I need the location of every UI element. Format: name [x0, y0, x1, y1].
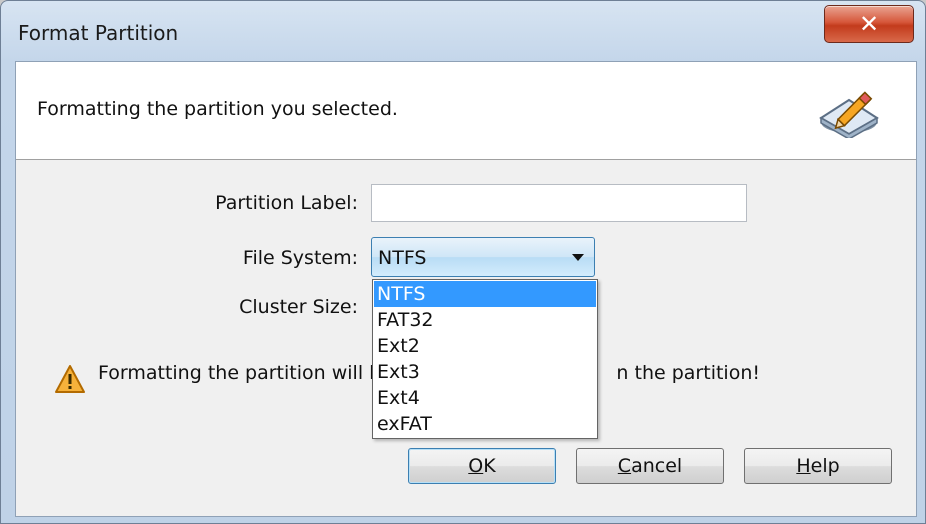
format-partition-dialog: Format Partition ✕ Formatting the partit… — [0, 0, 926, 524]
ok-label-rest: K — [483, 455, 496, 477]
warning-text-end: n the partition! — [616, 362, 760, 384]
partition-label-label: Partition Label: — [215, 192, 358, 214]
disk-pencil-icon — [819, 91, 879, 138]
partition-label-input[interactable] — [371, 184, 747, 222]
file-system-option-ext2[interactable]: Ext2 — [374, 333, 596, 359]
file-system-select[interactable]: NTFS — [371, 237, 595, 277]
warning-icon — [55, 365, 85, 393]
file-system-label: File System: — [242, 247, 358, 269]
cancel-label-rest: ancel — [631, 455, 683, 477]
file-system-option-fat32[interactable]: FAT32 — [374, 307, 596, 333]
chevron-down-icon — [572, 254, 584, 261]
file-system-option-ext3[interactable]: Ext3 — [374, 359, 596, 385]
close-button[interactable]: ✕ — [824, 5, 914, 43]
ok-button[interactable]: OK — [408, 448, 556, 484]
close-icon: ✕ — [858, 10, 880, 38]
ok-mnemonic: O — [468, 455, 484, 477]
help-button[interactable]: Help — [744, 448, 892, 484]
window-title: Format Partition — [18, 21, 179, 45]
file-system-option-exfat[interactable]: exFAT — [374, 411, 596, 437]
warning-text-start: Formatting the partition will l — [98, 362, 375, 384]
cancel-mnemonic: C — [617, 455, 632, 477]
dialog-client-area: Formatting the partition you selected. P… — [15, 61, 917, 517]
file-system-selected-value: NTFS — [378, 247, 427, 269]
file-system-option-ext4[interactable]: Ext4 — [374, 385, 596, 411]
file-system-dropdown-list: NTFS FAT32 Ext2 Ext3 Ext4 exFAT — [372, 279, 598, 439]
help-mnemonic: H — [796, 455, 811, 477]
file-system-option-ntfs[interactable]: NTFS — [374, 281, 596, 307]
cluster-size-label: Cluster Size: — [239, 296, 358, 318]
help-label-rest: elp — [810, 455, 840, 477]
cancel-button[interactable]: Cancel — [576, 448, 724, 484]
dialog-header: Formatting the partition you selected. — [16, 62, 916, 160]
header-description: Formatting the partition you selected. — [37, 98, 398, 120]
